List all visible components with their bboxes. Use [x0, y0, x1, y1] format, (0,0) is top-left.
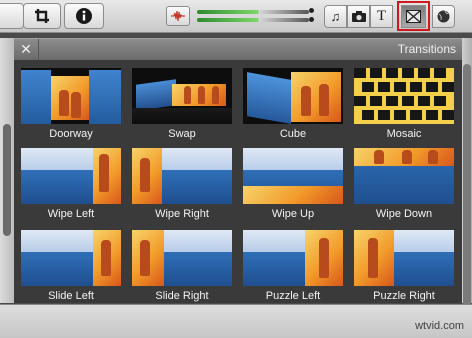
audio-meter-right	[197, 18, 309, 22]
wipe-up-thumbnail	[243, 148, 343, 204]
crop-button[interactable]	[23, 3, 61, 29]
puzzle-left-thumbnail	[243, 230, 343, 286]
transition-label: Swap	[168, 128, 196, 140]
photo-button[interactable]	[347, 5, 370, 28]
transition-label: Wipe Up	[271, 208, 315, 220]
info-icon	[76, 8, 92, 24]
puzzle-right-thumbnail	[354, 230, 454, 286]
wipe-right-thumbnail	[132, 148, 232, 204]
left-scrollbar[interactable]	[0, 38, 14, 303]
music-icon: ♫	[330, 9, 341, 24]
transition-label: Wipe Down	[375, 208, 433, 220]
right-scroll-thumb[interactable]	[463, 64, 471, 322]
volume-knob-bottom[interactable]	[309, 17, 314, 22]
wipe-left-thumbnail	[21, 148, 121, 204]
maps-button[interactable]	[432, 5, 455, 28]
transition-label: Wipe Right	[155, 208, 209, 220]
mosaic-thumbnail	[354, 68, 454, 124]
close-icon: ✕	[20, 41, 32, 57]
titles-button[interactable]: T	[370, 5, 393, 28]
transition-label: Puzzle Right	[373, 290, 435, 302]
slide-right-thumbnail	[132, 230, 232, 286]
transitions-browser: Doorway Swap Cube Mosaic Wipe Left Wipe …	[14, 60, 462, 303]
audio-meter-left	[197, 10, 309, 14]
swap-thumbnail	[132, 68, 232, 124]
transitions-highlight	[397, 1, 430, 31]
transition-label: Wipe Left	[47, 208, 95, 220]
info-button[interactable]	[64, 3, 104, 29]
wipe-down-thumbnail	[354, 148, 454, 204]
transition-label: Cube	[279, 128, 307, 140]
transition-label: Puzzle Left	[265, 290, 321, 302]
waveform-icon	[171, 10, 185, 22]
transition-label: Slide Left	[48, 290, 94, 302]
audio-adjust-button[interactable]	[166, 6, 190, 26]
close-panel-button[interactable]: ✕	[14, 39, 39, 60]
toolbar-left-button[interactable]	[0, 3, 24, 29]
doorway-thumbnail	[21, 68, 121, 124]
toolbar: ♫ T	[0, 0, 472, 33]
right-scrollbar[interactable]	[462, 38, 472, 322]
music-button[interactable]: ♫	[324, 5, 347, 28]
left-scroll-thumb[interactable]	[3, 124, 11, 236]
panel-title: Transitions	[397, 42, 456, 56]
transition-label: Doorway	[49, 128, 93, 140]
titles-icon: T	[376, 8, 387, 24]
globe-icon	[437, 10, 450, 23]
crop-icon	[35, 9, 49, 23]
transition-label: Slide Right	[155, 290, 209, 302]
transition-label: Mosaic	[386, 128, 422, 140]
photo-icon	[351, 11, 366, 22]
cube-thumbnail	[243, 68, 343, 124]
volume-knob-top[interactable]	[309, 8, 314, 13]
watermark: wtvid.com	[415, 320, 464, 332]
slide-left-thumbnail	[21, 230, 121, 286]
panel-header: ✕ Transitions	[14, 38, 462, 60]
bottom-bar: wtvid.com	[0, 304, 472, 338]
